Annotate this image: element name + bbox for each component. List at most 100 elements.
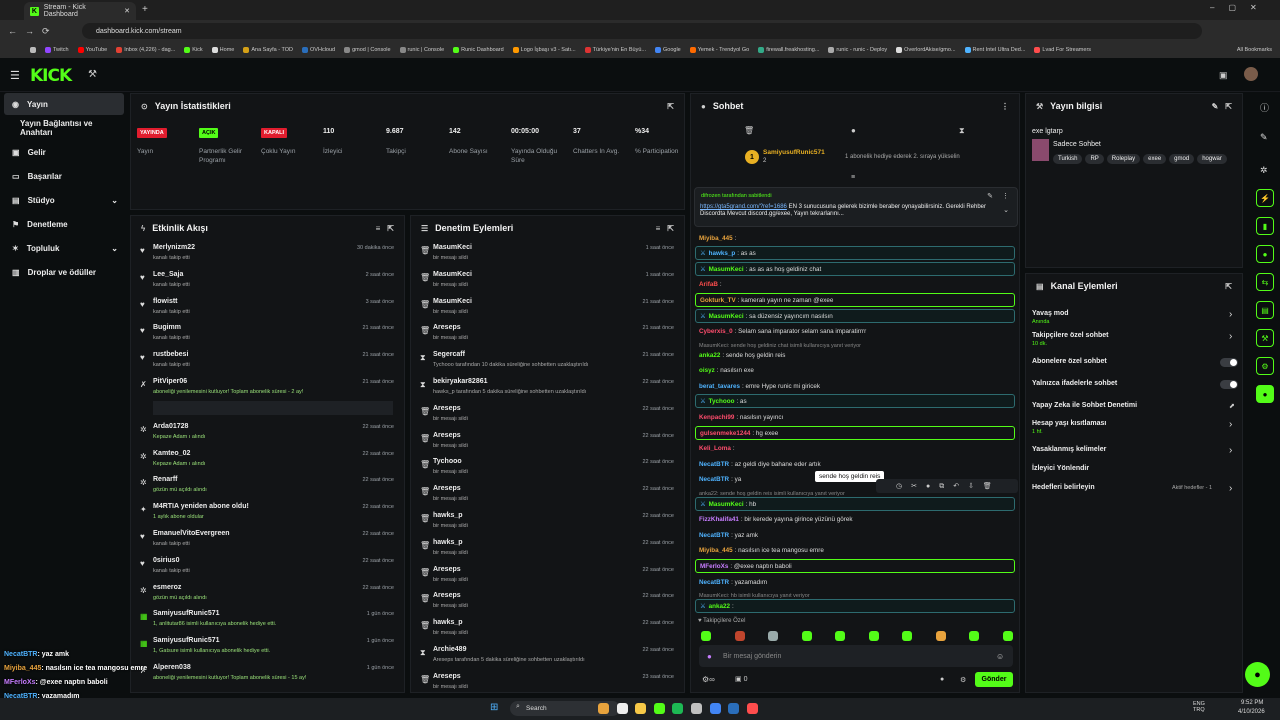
new-tab-icon[interactable]: +: [142, 4, 148, 15]
bookmark[interactable]: Lvad For Streamers: [1034, 47, 1091, 53]
chat-username[interactable]: NecatBTR: [699, 461, 729, 468]
chat-message[interactable]: MFerloXs: @exee naptın baboli: [695, 559, 1015, 573]
stream-tag[interactable]: RP: [1085, 154, 1104, 164]
kick-logo[interactable]: KICK: [30, 66, 72, 86]
apps-icon[interactable]: [30, 47, 36, 53]
channel-action-label[interactable]: İzleyici Yönlendir: [1032, 465, 1089, 472]
trash-icon[interactable]: 🗑: [744, 126, 754, 135]
toggle-switch[interactable]: [1220, 380, 1238, 389]
bookmark[interactable]: Inbox (4,226) - dag...: [116, 47, 175, 53]
list-item[interactable]: ♥ Bugimm kanalı takip etti 21 saat önce: [131, 320, 404, 347]
pin-icon[interactable]: ✎: [987, 192, 993, 200]
bookmark[interactable]: Twitch: [45, 47, 69, 53]
list-item[interactable]: 🗑 Areseps bir mesajı sildi 22 saat önce: [411, 481, 684, 508]
chat-message[interactable]: ⚔ hawks_p: as as: [695, 246, 1015, 260]
channel-action-label[interactable]: Hedefleri belirleyin: [1032, 484, 1095, 491]
popout-icon[interactable]: ⇱: [1225, 102, 1232, 111]
list-item[interactable]: 🗑 Areseps bir mesajı sildi 22 saat önce: [411, 562, 684, 589]
chat-username[interactable]: Gokturk_TV: [700, 297, 736, 304]
chat-message[interactable]: ⚔ Tychooo: as: [695, 394, 1015, 408]
chat-username[interactable]: oisyz: [699, 367, 715, 374]
edit-icon[interactable]: ✎: [1212, 102, 1219, 111]
channel-action-label[interactable]: Yalnızca ifadelerle sohbet: [1032, 380, 1117, 387]
list-item[interactable]: 🗑 Areseps bir mesajı sildi 22 saat önce: [411, 588, 684, 615]
chat-message[interactable]: NecatBTR: ya: [695, 472, 1015, 486]
emote-icon[interactable]: [734, 631, 745, 641]
list-item[interactable]: ▦ SamiyusufRunic571 1, anlitutar86 isimli …: [131, 606, 404, 633]
list-item[interactable]: ✗ PitViper06 aboneliği yenilemesini kutluy…: [131, 374, 404, 415]
chat-message[interactable]: Miyiba_445:: [695, 231, 1015, 245]
bookmark[interactable]: Google: [655, 47, 681, 53]
chat-username[interactable]: Kenpachi99: [699, 414, 734, 421]
rail-tool-icon[interactable]: ⚡: [1256, 189, 1274, 207]
settings-link-icon[interactable]: ⚙∞: [702, 675, 715, 684]
chat-message[interactable]: Miyiba_445: nasılsın ice tea mangosu emr…: [695, 543, 1015, 557]
rail-tool-icon[interactable]: ▤: [1256, 301, 1274, 319]
chat-username[interactable]: FizzKhalifa41: [699, 516, 739, 523]
expand-icon[interactable]: ≡: [851, 174, 855, 181]
chat-username[interactable]: anka22: [709, 603, 730, 610]
list-item[interactable]: 🗑 Areseps bir mesajı sildi 22 saat önce: [411, 428, 684, 455]
window-controls[interactable]: –▢✕: [1210, 3, 1271, 12]
wrench-icon[interactable]: ⚒: [88, 69, 97, 80]
list-item[interactable]: 🗑 MasumKeci bir mesajı sildi 21 saat önce: [411, 294, 684, 321]
stream-tag[interactable]: Roleplay: [1106, 154, 1141, 164]
taskbar-app-icon[interactable]: [728, 703, 740, 714]
list-item[interactable]: ♥ Lee_Saja kanalı takip etti 2 saat önce: [131, 267, 404, 294]
list-item[interactable]: 🗑 Tychooo bir mesajı sildi 22 saat önce: [411, 454, 684, 481]
browser-tab[interactable]: K Stream - Kick Dashboard ✕: [24, 2, 136, 20]
taskbar-app-icon[interactable]: [709, 703, 721, 714]
bookmark[interactable]: gmod | Console: [344, 47, 391, 53]
list-item[interactable]: ⧗ bekiryakar82861 hawks_p tarafından 5 dak…: [411, 374, 684, 401]
spider-icon[interactable]: ✲: [1260, 165, 1268, 176]
more-icon[interactable]: ⋮: [1002, 192, 1009, 200]
list-item[interactable]: ♥ 0sirius0 kanalı takip etti 22 saat önce: [131, 553, 404, 580]
stream-tag[interactable]: hogwar: [1197, 154, 1227, 164]
emote-icon[interactable]: [701, 631, 711, 641]
chat-username[interactable]: Miyiba_445: [699, 235, 733, 242]
chat-message[interactable]: anka22: sende hoş geldin reis: [695, 348, 1015, 362]
chat-bubble-icon[interactable]: ●: [940, 676, 944, 683]
list-item[interactable]: 🗑 Areseps bir mesajı sildi 21 saat önce: [411, 320, 684, 347]
more-icon[interactable]: ⋮: [1001, 102, 1009, 111]
bookmark[interactable]: firewall.freakhosting...: [758, 47, 819, 53]
chat-message[interactable]: FizzKhalifa41: bir kerede yayına girince…: [695, 512, 1015, 526]
chat-username[interactable]: gulsenmeke1244: [700, 430, 750, 437]
bookmark[interactable]: Rent Intel Ultra Ded...: [964, 47, 1025, 53]
chevron-right-icon[interactable]: ›: [1229, 483, 1232, 494]
channel-action-label[interactable]: Abonelere özel sohbet: [1032, 358, 1107, 365]
list-item[interactable]: ♥ flowistt kanalı takip etti 3 saat önce: [131, 294, 404, 321]
list-item[interactable]: 🗑 hawks_p bir mesajı sildi 22 saat önce: [411, 535, 684, 562]
bookmark[interactable]: Yemek - Trendyol Go: [689, 47, 749, 53]
chat-message[interactable]: NecatBTR: az geldi diye bahane eder artı…: [695, 457, 1015, 471]
nav-arrows-icon[interactable]: ←→⟳: [8, 26, 58, 37]
chat-username[interactable]: NecatBTR: [699, 476, 729, 483]
list-item[interactable]: ♥ rustbebesi kanalı takip etti 21 saat önce: [131, 347, 404, 374]
chat-username[interactable]: Cyberxis_0: [699, 328, 733, 335]
help-chat-icon[interactable]: ●: [1245, 662, 1270, 687]
list-item[interactable]: ▦ SamiyusufRunic571 1, Gatsure isimli kull…: [131, 633, 404, 660]
emoji-icon[interactable]: ☺: [996, 652, 1004, 661]
stream-tag[interactable]: exee: [1143, 154, 1167, 164]
emote-icon[interactable]: [801, 631, 812, 641]
channel-action-label[interactable]: Yavaş mod: [1032, 310, 1069, 317]
chat-username[interactable]: MasumKeci: [709, 313, 744, 320]
filter-icon[interactable]: ≡: [656, 224, 661, 233]
sidebar-item[interactable]: Yayın Bağlantısı ve Anahtarı: [4, 117, 124, 139]
chat-message[interactable]: NecatBTR: yaz amk: [695, 528, 1015, 542]
send-button[interactable]: Gönder: [975, 672, 1013, 687]
list-item[interactable]: 🗑 Areseps bir mesajı sildi 22 saat önce: [411, 401, 684, 428]
chat-input[interactable]: Bir mesaj gönderin: [699, 645, 1013, 667]
clock-time[interactable]: 9:52 PM: [1241, 700, 1263, 706]
list-item[interactable]: 🗑 Areseps bir mesajı sildi 23 saat önce: [411, 669, 684, 692]
chat-username[interactable]: MFerloXs: [700, 563, 728, 570]
chat-message[interactable]: ArifaB:: [695, 277, 1015, 291]
bookmark[interactable]: runic | Console: [399, 47, 444, 53]
filter-icon[interactable]: ≡: [376, 224, 381, 233]
rail-tool-icon[interactable]: ⚙: [1256, 357, 1274, 375]
popout-icon[interactable]: ⇱: [667, 224, 674, 233]
chevron-right-icon[interactable]: ›: [1229, 309, 1232, 320]
channel-action-label[interactable]: Takipçilere özel sohbet: [1032, 332, 1109, 339]
chat-message[interactable]: ⚔ anka22:: [695, 599, 1015, 613]
chat-message[interactable]: Gokturk_TV: kameralı yayın ne zaman @exe…: [695, 293, 1015, 307]
